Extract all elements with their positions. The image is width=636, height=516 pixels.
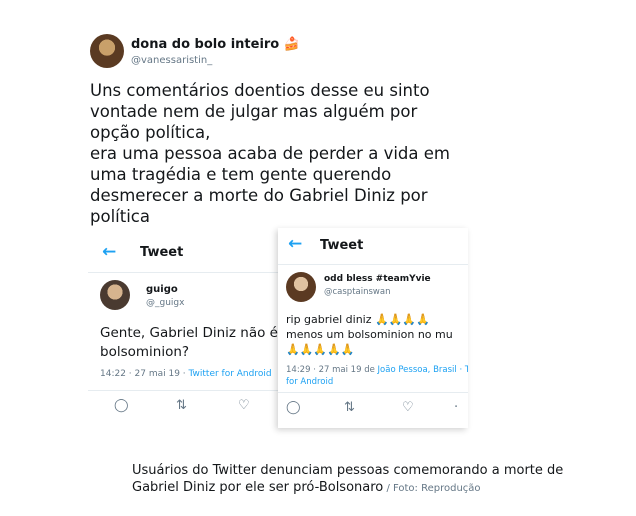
image-caption: Usuários do Twitter denunciam pessoas co…	[132, 462, 602, 497]
screenshot-header-title: Tweet	[140, 245, 184, 260]
divider	[278, 392, 468, 393]
divider	[88, 390, 278, 391]
tweet-source: for Android	[286, 377, 334, 387]
user-handle: @_guigx	[146, 298, 185, 308]
tweet-time: 14:22 · 27 mai 19 ·	[100, 369, 189, 379]
screenshot-tweet-text: rip gabriel diniz 🙏🙏🙏🙏 menos um bolsomin…	[286, 313, 453, 356]
reply-icon: ◯	[114, 398, 129, 413]
tweet-time: 14:29 · 27 mai 19 de	[286, 365, 378, 375]
embedded-screenshot-left: ← Tweet guigo @_guigx Gente, Gabriel Din…	[88, 236, 278, 422]
tweet-meta: 14:22 · 27 mai 19 · Twitter for Android	[100, 368, 272, 380]
user-name: odd bless #teamYvie	[324, 274, 431, 284]
caption-text: Usuários do Twitter denunciam pessoas co…	[132, 463, 564, 495]
user-handle: @casptainswan	[324, 287, 391, 297]
screenshot-header-title: Tweet	[320, 238, 364, 253]
retweet-icon: ⇅	[176, 398, 187, 413]
back-arrow-icon: ←	[288, 234, 303, 254]
retweet-icon: ⇅	[344, 400, 355, 415]
user-avatar	[100, 280, 130, 310]
screenshot-tweet-text: Gente, Gabriel Diniz não é bolsominion?	[100, 325, 278, 360]
photo-credit: / Foto: Reprodução	[383, 483, 481, 494]
user-avatar	[286, 272, 316, 302]
reply-icon: ◯	[286, 400, 301, 415]
back-arrow-icon: ←	[102, 242, 117, 262]
tweet-text: Uns comentários doentios desse eu sinto …	[90, 81, 450, 226]
tweet-source: Twitter for Android	[188, 369, 272, 379]
screenshot-header: ← Tweet	[278, 228, 468, 265]
author-avatar[interactable]	[90, 34, 124, 68]
share-icon: ·	[454, 400, 459, 415]
user-name: guigo	[146, 284, 178, 295]
author-handle[interactable]: @vanessaristin_	[131, 55, 212, 66]
screenshot-header: ← Tweet	[88, 236, 278, 273]
embedded-screenshot-right: ← Tweet odd bless #teamYvie @casptainswa…	[278, 228, 468, 428]
like-icon: ♡	[402, 400, 414, 415]
like-icon: ♡	[238, 398, 250, 413]
tweet-meta: 14:29 · 27 mai 19 de João Pessoa, Brasil…	[286, 364, 468, 388]
author-name[interactable]: dona do bolo inteiro 🍰	[131, 37, 300, 52]
tweet-location: João Pessoa, Brasil · Tw	[377, 365, 468, 375]
